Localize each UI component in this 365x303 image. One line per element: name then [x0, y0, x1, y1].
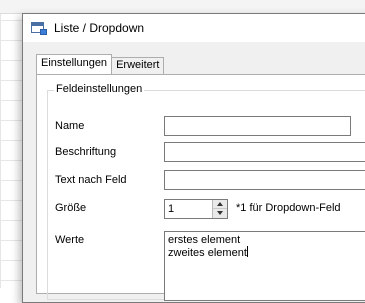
text-caret — [246, 246, 248, 257]
field-settings-group: Feldeinstellungen Name Beschriftung Text… — [47, 83, 365, 301]
group-legend: Feldeinstellungen — [54, 83, 145, 95]
values-label: Werte — [55, 234, 85, 246]
size-note: *1 für Dropdown-Feld — [236, 202, 341, 214]
spin-buttons — [212, 200, 227, 218]
spreadsheet-header-strip — [0, 0, 365, 14]
spin-up-icon[interactable] — [213, 200, 227, 209]
values-textarea[interactable]: erstes element zweites element — [164, 231, 365, 301]
caption-input[interactable] — [164, 142, 365, 162]
dropdown-list-icon — [31, 21, 47, 35]
name-input[interactable] — [164, 116, 351, 136]
tab-einstellungen[interactable]: Einstellungen — [36, 54, 113, 74]
after-text-input[interactable] — [164, 170, 365, 190]
dialog-title: Liste / Dropdown — [54, 21, 145, 35]
tab-panel-einstellungen: Feldeinstellungen Name Beschriftung Text… — [36, 74, 365, 301]
values-line-1: erstes element — [168, 234, 241, 246]
tab-strip: Einstellungen Erweitert — [36, 54, 165, 74]
size-stepper[interactable]: 1 — [164, 199, 228, 219]
tab-erweitert[interactable]: Erweitert — [111, 57, 165, 74]
name-label: Name — [55, 120, 85, 132]
size-label: Größe — [55, 202, 87, 214]
spin-down-icon[interactable] — [213, 209, 227, 218]
dialog-titlebar[interactable]: Liste / Dropdown — [23, 14, 365, 42]
values-line-2: zweites element — [168, 246, 248, 259]
size-value: 1 — [168, 203, 175, 215]
after-text-label: Text nach Feld — [55, 174, 127, 186]
caption-label: Beschriftung — [55, 146, 117, 158]
